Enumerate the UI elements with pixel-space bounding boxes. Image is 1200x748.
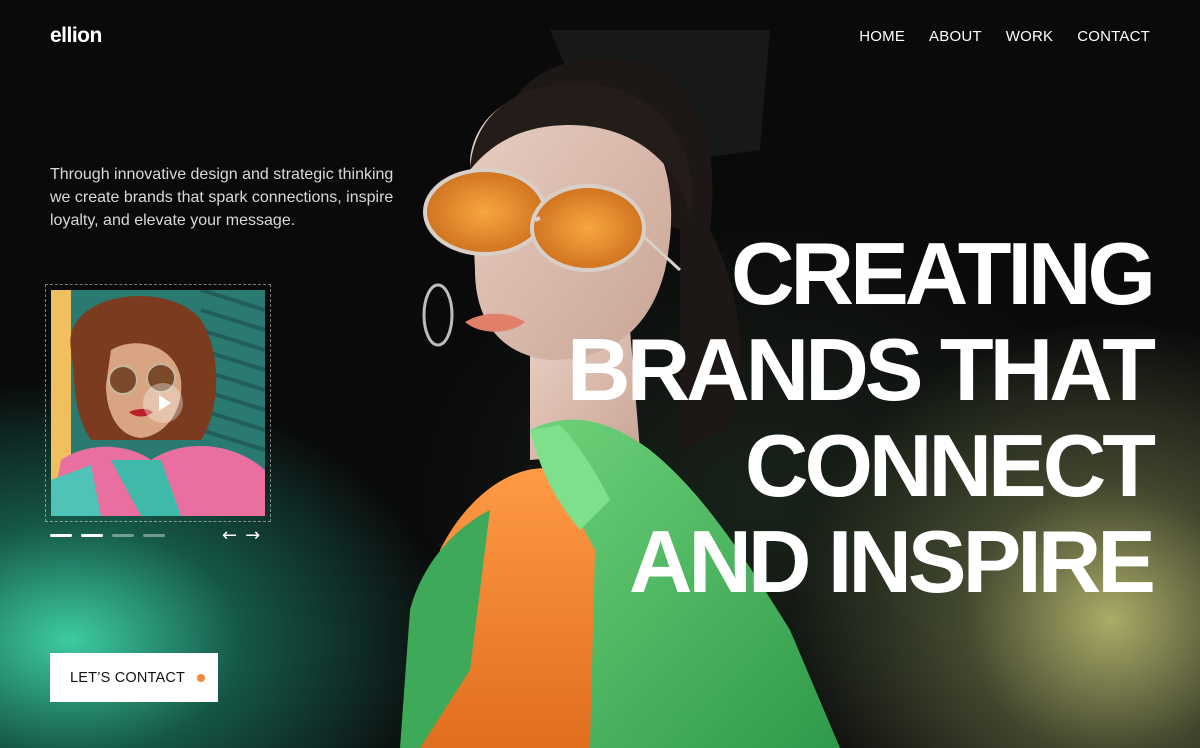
nav-work[interactable]: WORK bbox=[1006, 28, 1053, 45]
slider-dot[interactable] bbox=[50, 534, 72, 537]
slider-arrows: ← → bbox=[222, 527, 260, 545]
slider-dot[interactable] bbox=[143, 534, 165, 537]
cta-label: LET’S CONTACT bbox=[70, 669, 186, 686]
intro-text: Through innovative design and strategic … bbox=[50, 166, 394, 229]
nav-home[interactable]: HOME bbox=[859, 28, 905, 45]
hero-section: ellion HOME ABOUT WORK CONTACT Through i… bbox=[0, 0, 1200, 748]
video-card[interactable] bbox=[45, 284, 271, 522]
video-thumbnail[interactable] bbox=[51, 290, 265, 516]
brand-logo[interactable]: ellion bbox=[50, 24, 102, 48]
arrow-right-icon[interactable]: → bbox=[245, 527, 260, 545]
headline-line: AND INSPIRE bbox=[628, 512, 1156, 611]
lets-contact-button[interactable]: LET’S CONTACT bbox=[50, 653, 218, 702]
slider-dot[interactable] bbox=[112, 534, 134, 537]
headline-line: BRANDS THAT bbox=[567, 320, 1156, 419]
cta-dot-icon bbox=[197, 673, 206, 682]
hero-headline: CREATING BRANDS THAT CONNECT AND INSPIRE bbox=[567, 224, 1156, 611]
headline-line: CONNECT bbox=[744, 416, 1156, 515]
play-icon bbox=[159, 395, 171, 411]
main-nav: HOME ABOUT WORK CONTACT bbox=[859, 28, 1150, 45]
slider-indicator bbox=[50, 534, 165, 537]
play-button[interactable] bbox=[143, 383, 183, 423]
nav-contact[interactable]: CONTACT bbox=[1077, 28, 1150, 45]
slider-dot[interactable] bbox=[81, 534, 103, 537]
nav-about[interactable]: ABOUT bbox=[929, 28, 982, 45]
headline-line: CREATING bbox=[730, 224, 1156, 323]
arrow-left-icon[interactable]: ← bbox=[222, 527, 237, 545]
